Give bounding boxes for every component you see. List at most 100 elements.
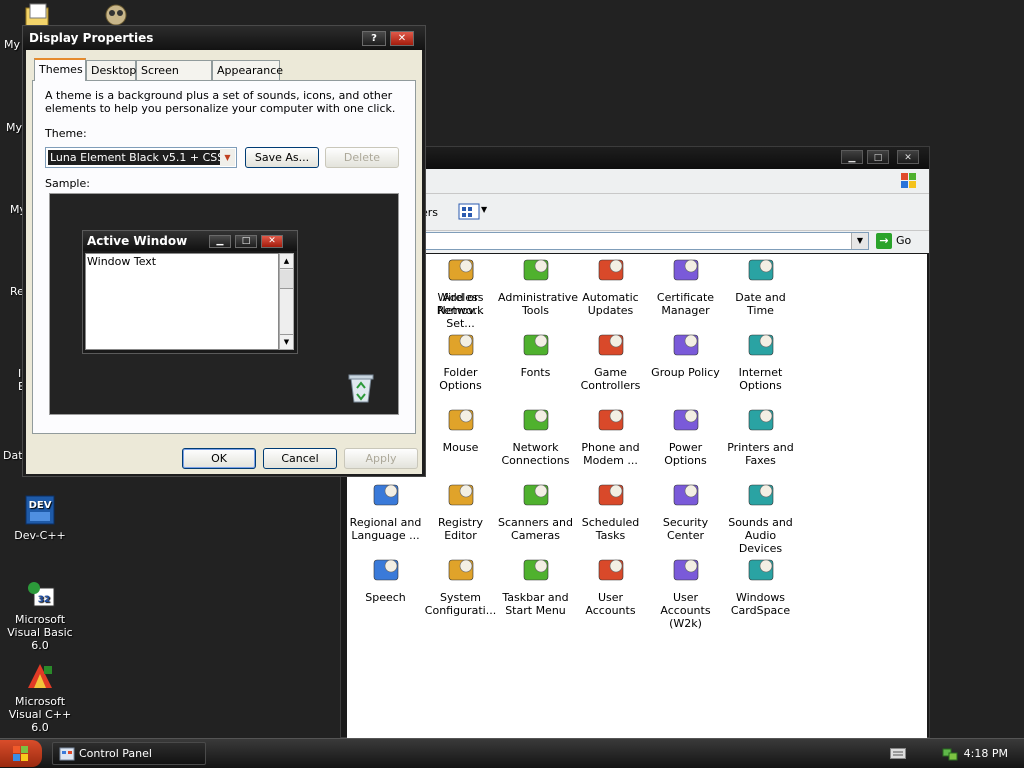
save-as-button[interactable]: Save As... <box>245 147 319 168</box>
control-panel-item[interactable]: User Accounts (W2k) <box>648 554 723 630</box>
control-panel-item[interactable]: Network Connections <box>498 404 573 467</box>
chevron-down-icon[interactable]: ▼ <box>220 149 235 166</box>
control-panel-item[interactable]: Folder Options <box>423 329 498 392</box>
power-options-icon <box>673 409 698 431</box>
clock[interactable]: 4:18 PM <box>964 747 1008 760</box>
system-tray: 4:18 PM <box>880 739 1024 767</box>
dialog-titlebar[interactable]: Display Properties ? ✕ <box>23 26 425 50</box>
user-accounts-w2k-icon <box>673 559 698 581</box>
desktop-label-partial[interactable]: I <box>18 367 21 380</box>
sample-label: Sample: <box>45 177 90 190</box>
desktop-label-partial[interactable]: Dat <box>3 449 23 462</box>
ok-button[interactable]: OK <box>182 448 256 469</box>
control-panel-item[interactable]: Windows CardSpace <box>723 554 798 617</box>
maximize-button[interactable]: □ <box>867 150 889 164</box>
views-icon <box>458 203 480 220</box>
go-label: Go <box>896 234 912 247</box>
desktop-icon-dev-cpp[interactable]: DEV Dev-C++ <box>0 494 80 542</box>
apply-button[interactable]: Apply <box>344 448 418 469</box>
control-panel-item[interactable]: Security Center <box>648 479 723 542</box>
control-panel-item[interactable]: Phone and Modem ... <box>573 404 648 467</box>
internet-options-icon <box>748 334 773 356</box>
control-panel-item-label: User Accounts <box>585 591 636 617</box>
control-panel-item[interactable]: Sounds and Audio Devices <box>723 479 798 555</box>
scheduled-tasks-icon <box>598 484 623 506</box>
help-button[interactable]: ? <box>362 31 386 46</box>
control-panel-titlebar[interactable]: ▁ □ ✕ <box>341 147 929 169</box>
administrative-tools-icon <box>523 259 548 281</box>
network-connections-icon <box>523 409 548 431</box>
tab-screen-saver[interactable]: Screen Saver <box>136 60 212 97</box>
control-panel-item[interactable]: Scheduled Tasks <box>573 479 648 542</box>
control-panel-item[interactable]: Group Policy <box>648 329 723 379</box>
control-panel-item[interactable]: Automatic Updates <box>573 254 648 317</box>
dialog-close-button[interactable]: ✕ <box>390 31 414 46</box>
control-panel-item-label: Security Center <box>662 516 709 542</box>
chevron-down-icon: ▼ <box>481 205 488 214</box>
control-panel-item[interactable]: Speech <box>348 554 423 604</box>
control-panel-item[interactable]: Scanners and Cameras <box>498 479 573 542</box>
control-panel-item-label: Fonts <box>520 366 551 379</box>
control-panel-item[interactable]: Power Options <box>648 404 723 467</box>
views-button[interactable]: ▼ <box>453 200 489 222</box>
desktop-icon-visual-cpp[interactable]: Microsoft Visual C++ 6.0 <box>0 660 80 734</box>
start-button[interactable] <box>0 740 42 767</box>
tab-desktop[interactable]: Desktop <box>86 60 136 80</box>
control-panel-item-label: Power Options <box>664 441 707 467</box>
tab-appearance[interactable]: Appearance <box>212 60 283 80</box>
go-button[interactable]: → Go <box>876 233 911 249</box>
control-panel-item-label: Regional and Language ... <box>349 516 422 542</box>
desktop-label-partial[interactable]: My <box>6 121 22 134</box>
certificate-manager-icon <box>673 259 698 281</box>
control-panel-item-label: Phone and Modem ... <box>581 441 640 467</box>
windows-cardspace-icon <box>748 559 773 581</box>
delete-button[interactable]: Delete <box>325 147 399 168</box>
desktop-icon-label: Dev-C++ <box>14 529 66 542</box>
security-center-icon <box>673 484 698 506</box>
control-panel-item[interactable]: Taskbar and Start Menu <box>498 554 573 617</box>
tab-themes[interactable]: Themes <box>34 58 86 81</box>
control-panel-item[interactable]: Certificate Manager <box>648 254 723 317</box>
control-panel-item-label: Automatic Updates <box>582 291 639 317</box>
toolbar: ers ▼ <box>341 194 929 231</box>
keyboard-icon[interactable] <box>890 748 906 759</box>
control-panel-item[interactable]: Internet Options <box>723 329 798 392</box>
theme-select-value: Luna Element Black v5.1 + CSS <box>48 150 220 165</box>
control-panel-item[interactable]: Wireless Network Set... <box>423 254 498 330</box>
control-panel-item[interactable]: Date and Time <box>723 254 798 317</box>
minimize-button[interactable]: ▁ <box>841 150 863 164</box>
recycle-bin-icon <box>348 374 374 403</box>
control-panel-item-label: Speech <box>365 591 406 604</box>
control-panel-item[interactable]: Fonts <box>498 329 573 379</box>
theme-label: Theme: <box>45 127 87 140</box>
cancel-button[interactable]: Cancel <box>263 448 337 469</box>
control-panel-item-label: Windows CardSpace <box>730 591 791 617</box>
control-panel-item[interactable]: System Configurati... <box>423 554 498 617</box>
address-dropdown-button[interactable]: ▼ <box>851 233 868 249</box>
dialog-title: Display Properties <box>29 31 154 45</box>
dialog-body: Themes Desktop Screen Saver Appearance A… <box>26 50 422 474</box>
theme-select[interactable]: Luna Element Black v5.1 + CSS ▼ <box>45 147 237 168</box>
sample-window-text: Window Text <box>85 253 279 350</box>
phone-modem-icon <box>598 409 623 431</box>
control-panel-item[interactable]: Registry Editor <box>423 479 498 542</box>
folder-options-icon <box>448 334 473 356</box>
close-button[interactable]: ✕ <box>897 150 919 164</box>
control-panel-item[interactable]: User Accounts <box>573 554 648 617</box>
control-panel-item[interactable]: Mouse <box>423 404 498 454</box>
sample-close-icon: ✕ <box>261 235 283 248</box>
desktop-icon-label: Microsoft Visual Basic 6.0 <box>7 613 73 652</box>
control-panel-item[interactable]: Regional and Language ... <box>348 479 423 542</box>
speech-icon <box>373 559 398 581</box>
windows-flag-icon <box>13 746 28 761</box>
control-panel-item[interactable]: Administrative Tools <box>498 254 578 317</box>
control-panel-item[interactable]: Game Controllers <box>573 329 648 392</box>
taskbar-button-control-panel[interactable]: Control Panel <box>52 742 206 765</box>
control-panel-item[interactable]: Printers and Faxes <box>723 404 798 467</box>
control-panel-item-label: Wireless Network Set... <box>437 291 484 330</box>
game-controllers-icon <box>598 334 623 356</box>
sample-scrollbar: ▲ ▼ <box>279 253 294 350</box>
network-tray-icon[interactable] <box>942 745 958 761</box>
desktop-icon-visual-basic[interactable]: 32 Microsoft Visual Basic 6.0 <box>0 578 80 652</box>
task-label: Control Panel <box>79 747 152 760</box>
